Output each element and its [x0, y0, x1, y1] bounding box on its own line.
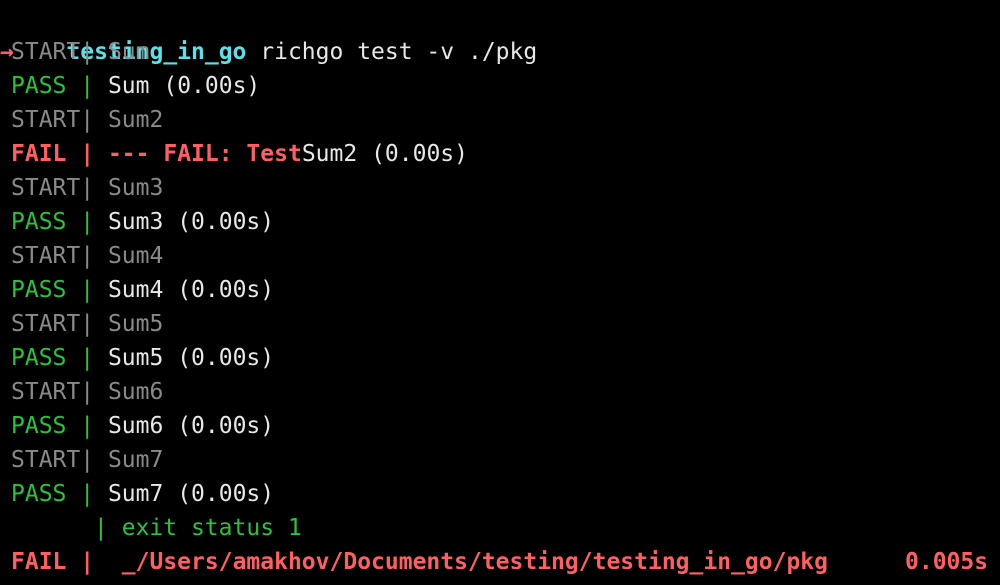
pass-result-text: Sum3 (0.00s): [107, 209, 275, 235]
start-label: START|: [11, 447, 95, 473]
start-line-sum: START| Sum: [11, 35, 150, 69]
exit-status-line: | exit status 1: [11, 511, 302, 545]
exit-status-text: exit status 1: [121, 515, 302, 541]
start-test-name: Sum: [107, 39, 150, 65]
start-test-name: Sum7: [107, 447, 164, 473]
start-line-sum2: START| Sum2: [11, 103, 163, 137]
pass-result-text: Sum7 (0.00s): [107, 481, 275, 507]
pass-result-text: Sum5 (0.00s): [107, 345, 275, 371]
pass-label: PASS |: [11, 73, 95, 99]
result-line-sum3: PASS | Sum3 (0.00s): [11, 205, 274, 239]
start-test-name: Sum5: [107, 311, 164, 337]
start-test-name: Sum2: [107, 107, 164, 133]
pass-label: PASS |: [11, 481, 95, 507]
pass-result-text: Sum4 (0.00s): [107, 277, 275, 303]
start-line-sum7: START| Sum7: [11, 443, 163, 477]
start-label: START|: [11, 107, 95, 133]
start-label: START|: [11, 39, 95, 65]
pass-label: PASS |: [11, 277, 95, 303]
start-line-sum3: START| Sum3: [11, 171, 163, 205]
fail-suffix-text: Sum2 (0.00s): [301, 141, 468, 167]
start-label: START|: [11, 379, 95, 405]
package-path: _/Users/amakhov/Documents/testing/testin…: [121, 549, 829, 575]
result-line-sum4: PASS | Sum4 (0.00s): [11, 273, 274, 307]
start-test-name: Sum4: [107, 243, 164, 269]
fail-prefix-text: --- FAIL: Test: [107, 141, 302, 167]
continuation-bar: |: [94, 515, 108, 541]
terminal-window[interactable]: → testing_in_go richgo test -v ./pkg STAR…: [0, 0, 1000, 585]
start-label: START|: [11, 243, 95, 269]
start-test-name: Sum3: [107, 175, 164, 201]
result-line-sum6: PASS | Sum6 (0.00s): [11, 409, 274, 443]
start-line-sum6: START| Sum6: [11, 375, 163, 409]
start-label: START|: [11, 175, 95, 201]
result-line-sum5: PASS | Sum5 (0.00s): [11, 341, 274, 375]
prompt-line: → testing_in_go richgo test -v ./pkg: [0, 1, 537, 65]
pass-label: PASS |: [11, 345, 95, 371]
pass-label: PASS |: [11, 209, 95, 235]
start-line-sum5: START| Sum5: [11, 307, 163, 341]
fail-label: FAIL |: [11, 141, 95, 167]
result-line-sum: PASS | Sum (0.00s): [11, 69, 260, 103]
pass-label: PASS |: [11, 413, 95, 439]
fail-label: FAIL |: [11, 549, 95, 575]
pass-result-text: Sum6 (0.00s): [107, 413, 275, 439]
pass-result-text: Sum (0.00s): [107, 73, 261, 99]
start-line-sum4: START| Sum4: [11, 239, 163, 273]
start-test-name: Sum6: [107, 379, 164, 405]
start-label: START|: [11, 311, 95, 337]
package-summary-line: FAIL | _/Users/amakhov/Documents/testing…: [11, 545, 988, 579]
prompt-command: richgo test -v ./pkg: [260, 39, 538, 65]
result-line-sum7: PASS | Sum7 (0.00s): [11, 477, 274, 511]
result-line-sum2: FAIL | --- FAIL: TestSum2 (0.00s): [11, 137, 468, 171]
package-time: 0.005s: [905, 549, 989, 575]
